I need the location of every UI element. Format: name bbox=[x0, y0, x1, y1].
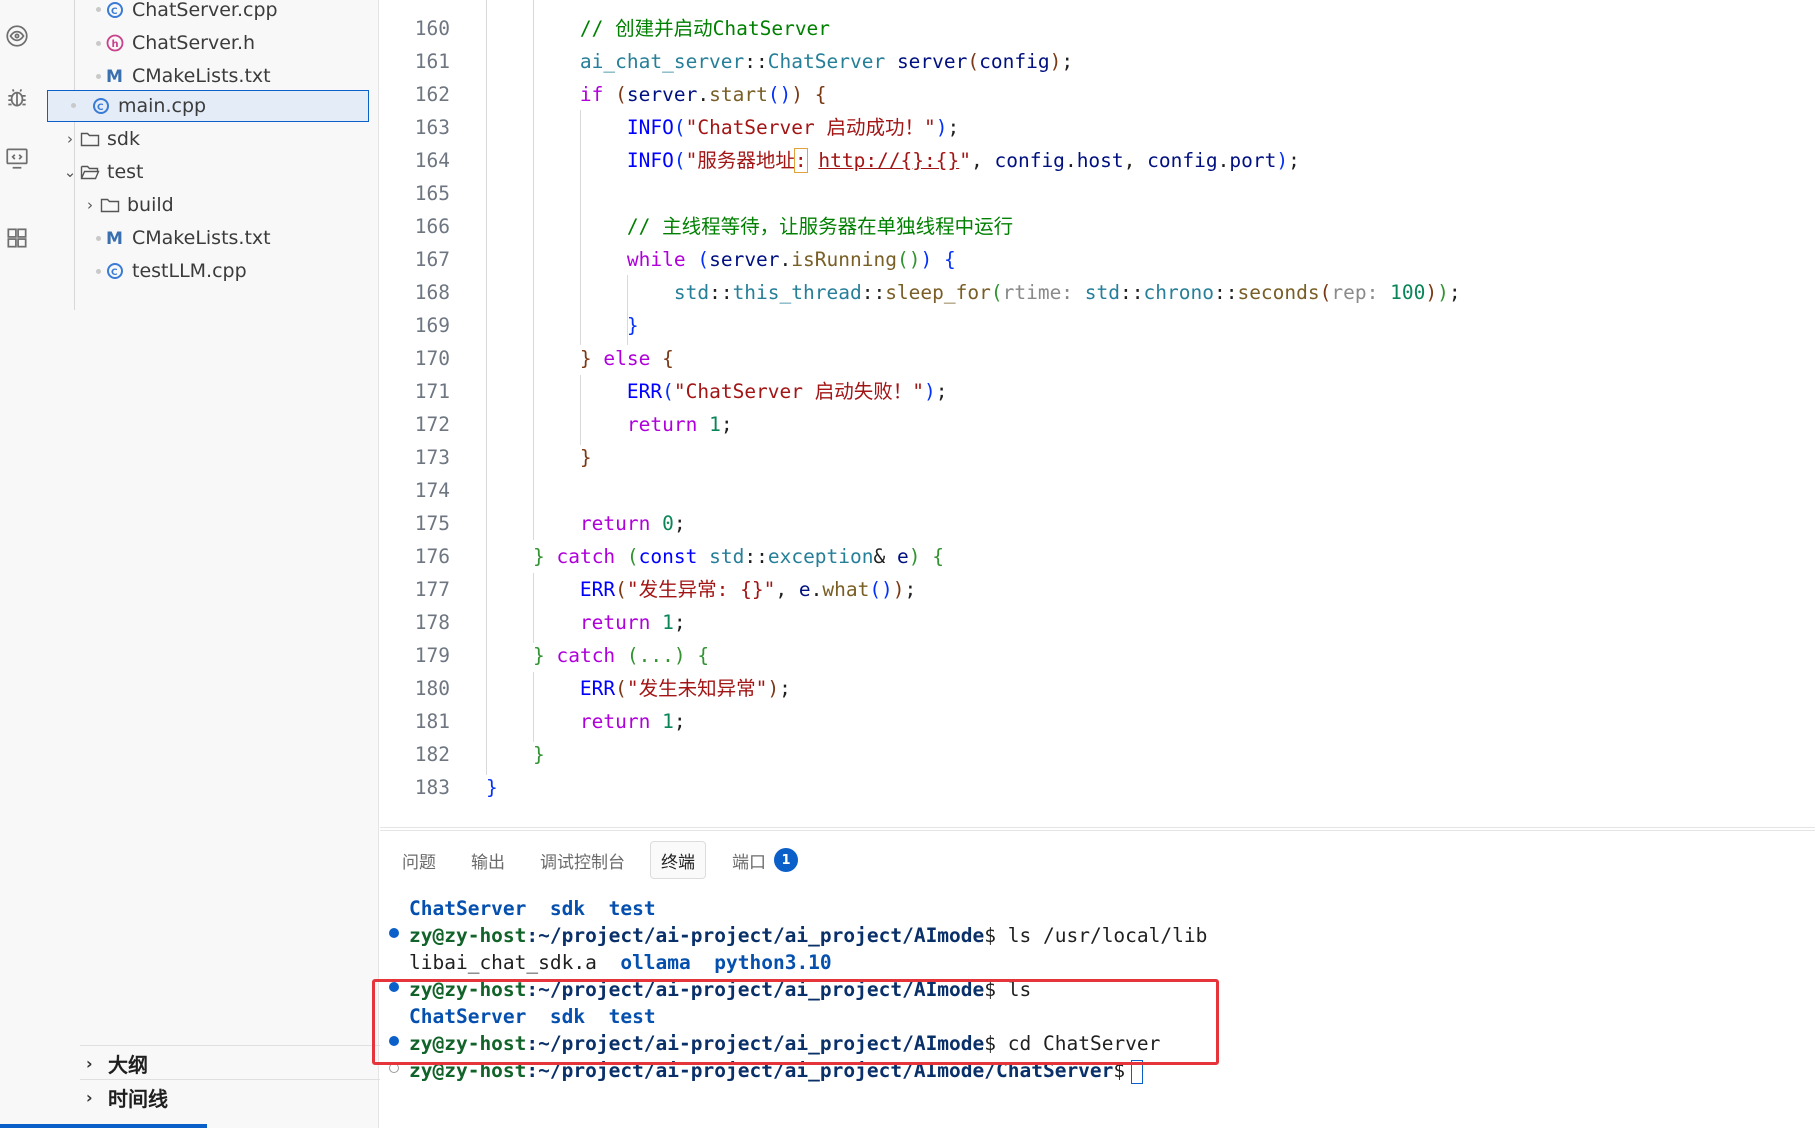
tree-item-label: CMakeLists.txt bbox=[132, 65, 271, 87]
timeline-section[interactable]: › 时间线 bbox=[86, 1081, 396, 1113]
tree-item-testllm-cpp[interactable]: C testLLM.cpp bbox=[104, 255, 384, 287]
debug-icon[interactable] bbox=[0, 78, 34, 118]
outline-label: 大纲 bbox=[108, 1052, 148, 1077]
cpp-file-icon: C bbox=[104, 0, 126, 21]
code-line: 183} bbox=[414, 776, 498, 799]
code-editor[interactable]: 160 // 创建并启动ChatServer 161 ai_chat_serve… bbox=[380, 0, 1815, 828]
code-line: 178 return 1; bbox=[414, 611, 686, 634]
code-line: 175 return 0; bbox=[414, 512, 686, 535]
code-line: 171 ERR("ChatServer 启动失败！"); bbox=[414, 380, 948, 403]
code-line: 181 return 1; bbox=[414, 710, 686, 733]
svg-text:C: C bbox=[111, 268, 118, 278]
tree-item-chatserver-h[interactable]: h ChatServer.h bbox=[104, 27, 384, 59]
terminal-output-line: libai_chat_sdk.a ollama python3.10 bbox=[409, 951, 832, 974]
code-line: 179 } catch (...) { bbox=[414, 644, 710, 667]
code-line: 164 INFO("服务器地址: http://{}:{}", config.h… bbox=[414, 148, 1300, 173]
code-line: 163 INFO("ChatServer 启动成功！"); bbox=[414, 116, 960, 139]
status-accent-bar bbox=[0, 1124, 207, 1128]
bottom-panel: 问题 输出 调试控制台 终端 端口 1 ChatServer sdk test z… bbox=[372, 830, 1815, 1128]
tree-item-main-cpp[interactable]: C main.cpp bbox=[47, 90, 369, 122]
tree-item-chatserver-cpp[interactable]: C ChatServer.cpp bbox=[104, 0, 384, 26]
tree-item-label: sdk bbox=[107, 128, 140, 150]
folder-open-icon bbox=[79, 161, 101, 183]
tab-terminal[interactable]: 终端 bbox=[650, 841, 706, 879]
code-line: 168 std::this_thread::sleep_for(rtime: s… bbox=[414, 281, 1461, 304]
cpp-file-icon: C bbox=[104, 260, 126, 282]
tree-guide bbox=[74, 190, 75, 310]
code-line: 160 // 创建并启动ChatServer bbox=[414, 17, 831, 40]
folder-icon bbox=[79, 128, 101, 150]
svg-text:C: C bbox=[111, 7, 118, 17]
tab-debug-console[interactable]: 调试控制台 bbox=[530, 841, 635, 879]
ports-badge: 1 bbox=[774, 848, 798, 872]
tree-item-test[interactable]: ⌄ test bbox=[61, 156, 361, 188]
svg-text:M: M bbox=[106, 229, 123, 248]
tree-item-label: test bbox=[107, 161, 144, 183]
tree-dot bbox=[96, 74, 101, 79]
tree-item-test-cmakelists[interactable]: M CMakeLists.txt bbox=[104, 222, 384, 254]
chevron-right-icon: › bbox=[86, 1053, 93, 1073]
code-line: 174 bbox=[414, 479, 450, 502]
chevron-right-icon: › bbox=[86, 1087, 93, 1107]
code-line: 182 } bbox=[414, 743, 545, 766]
tree-item-label: CMakeLists.txt bbox=[132, 227, 271, 249]
outline-section[interactable]: › 大纲 bbox=[86, 1047, 396, 1079]
timeline-label: 时间线 bbox=[108, 1086, 168, 1111]
folder-icon bbox=[99, 194, 121, 216]
code-line: 176 } catch (const std::exception& e) { bbox=[414, 545, 944, 568]
code-line: 180 ERR("发生未知异常"); bbox=[414, 677, 791, 700]
explorer-sidebar: C ChatServer.cpp h ChatServer.h M CMakeL… bbox=[34, 0, 400, 1128]
tree-item-label: ChatServer.cpp bbox=[132, 0, 278, 21]
section-divider bbox=[80, 1045, 400, 1046]
terminal-output-line: ChatServer sdk test bbox=[409, 897, 656, 920]
cmake-file-icon: M bbox=[104, 227, 126, 249]
tree-item-label: build bbox=[127, 194, 174, 216]
code-line: 165 bbox=[414, 182, 450, 205]
tab-ports[interactable]: 端口 1 bbox=[722, 841, 808, 879]
header-file-icon: h bbox=[104, 32, 126, 54]
code-line: 173 } bbox=[414, 446, 592, 469]
chevron-down-icon: ⌄ bbox=[63, 163, 77, 181]
remote-icon[interactable] bbox=[0, 138, 34, 178]
command-status-dot[interactable] bbox=[389, 928, 399, 938]
annotation-highlight-box bbox=[372, 979, 1219, 1065]
code-line: 170 } else { bbox=[414, 347, 674, 370]
svg-text:M: M bbox=[106, 67, 123, 86]
svg-text:h: h bbox=[112, 39, 119, 50]
tree-dot bbox=[96, 7, 101, 12]
code-line: 169 } bbox=[414, 314, 639, 337]
tree-item-build[interactable]: › build bbox=[81, 189, 371, 221]
code-line: 161 ai_chat_server::ChatServer server(co… bbox=[414, 50, 1074, 73]
chevron-right-icon: › bbox=[87, 196, 93, 214]
code-line: 172 return 1; bbox=[414, 413, 733, 436]
terminal-command-line: zy@zy-host:~/project/ai-project/ai_proje… bbox=[409, 924, 1208, 947]
tree-item-cmakelists[interactable]: M CMakeLists.txt bbox=[104, 60, 384, 92]
tab-output[interactable]: 输出 bbox=[461, 841, 515, 879]
tree-item-label: testLLM.cpp bbox=[132, 260, 247, 282]
code-line: 167 while (server.isRunning()) { bbox=[414, 248, 956, 271]
code-line: 177 ERR("发生异常: {}", e.what()); bbox=[414, 578, 917, 601]
cpp-file-icon: C bbox=[90, 95, 112, 117]
eye-icon[interactable] bbox=[0, 16, 34, 56]
section-divider bbox=[80, 1079, 400, 1080]
svg-text:C: C bbox=[97, 103, 104, 113]
tree-item-label: main.cpp bbox=[118, 95, 207, 117]
extensions-icon[interactable] bbox=[0, 218, 34, 258]
tree-item-label: ChatServer.h bbox=[132, 32, 256, 54]
code-line: 166 // 主线程等待，让服务器在单独线程中运行 bbox=[414, 215, 1014, 238]
tree-dot bbox=[96, 41, 101, 46]
tree-dot bbox=[96, 236, 101, 241]
cmake-file-icon: M bbox=[104, 65, 126, 87]
tree-item-sdk[interactable]: › sdk bbox=[61, 123, 361, 155]
tab-problems[interactable]: 问题 bbox=[392, 841, 446, 879]
chevron-right-icon: › bbox=[67, 130, 73, 148]
code-line: 162 if (server.start()) { bbox=[414, 83, 827, 106]
tree-dot bbox=[96, 269, 101, 274]
activity-bar bbox=[0, 0, 34, 1128]
